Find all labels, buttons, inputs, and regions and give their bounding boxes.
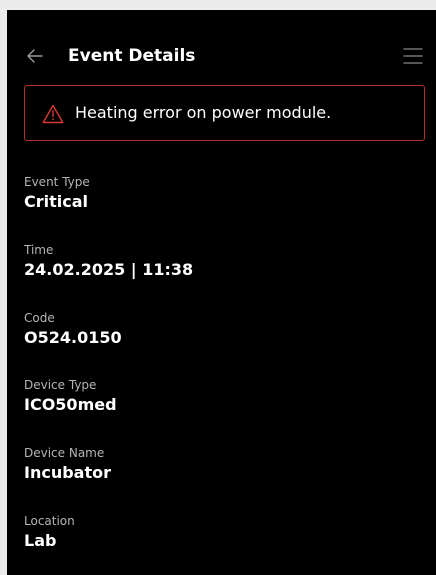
field-label: Event Type [24,175,90,189]
app-header: Event Details [7,38,436,74]
field-value: Lab [24,531,57,550]
warning-triangle-icon [42,104,64,124]
field-label: Time [24,243,54,257]
page-title: Event Details [68,46,196,66]
field-device-name: Device Name Incubator [24,445,111,484]
field-event-type: Event Type Critical [24,174,90,213]
hamburger-menu-icon [403,48,423,64]
field-label: Code [24,311,55,325]
alert-message: Heating error on power module. [75,103,332,122]
field-value: O524.0150 [24,328,122,347]
field-label: Location [24,514,75,528]
back-button[interactable] [23,44,47,68]
menu-button[interactable] [402,45,424,67]
field-value: 24.02.2025 | 11:38 [24,260,194,279]
error-alert: Heating error on power module. [24,85,425,141]
event-details-screen: Event Details Heating error on power mod… [7,10,436,575]
field-value: Critical [24,192,89,211]
field-device-type: Device Type ICO50med [24,377,117,416]
field-location: Location Lab [24,513,75,552]
field-label: Device Name [24,446,105,460]
arrow-left-icon [27,49,43,63]
field-code: Code O524.0150 [24,310,122,349]
field-value: Incubator [24,463,111,482]
field-label: Device Type [24,378,97,392]
field-value: ICO50med [24,395,117,414]
field-time: Time 24.02.2025 | 11:38 [24,242,193,281]
